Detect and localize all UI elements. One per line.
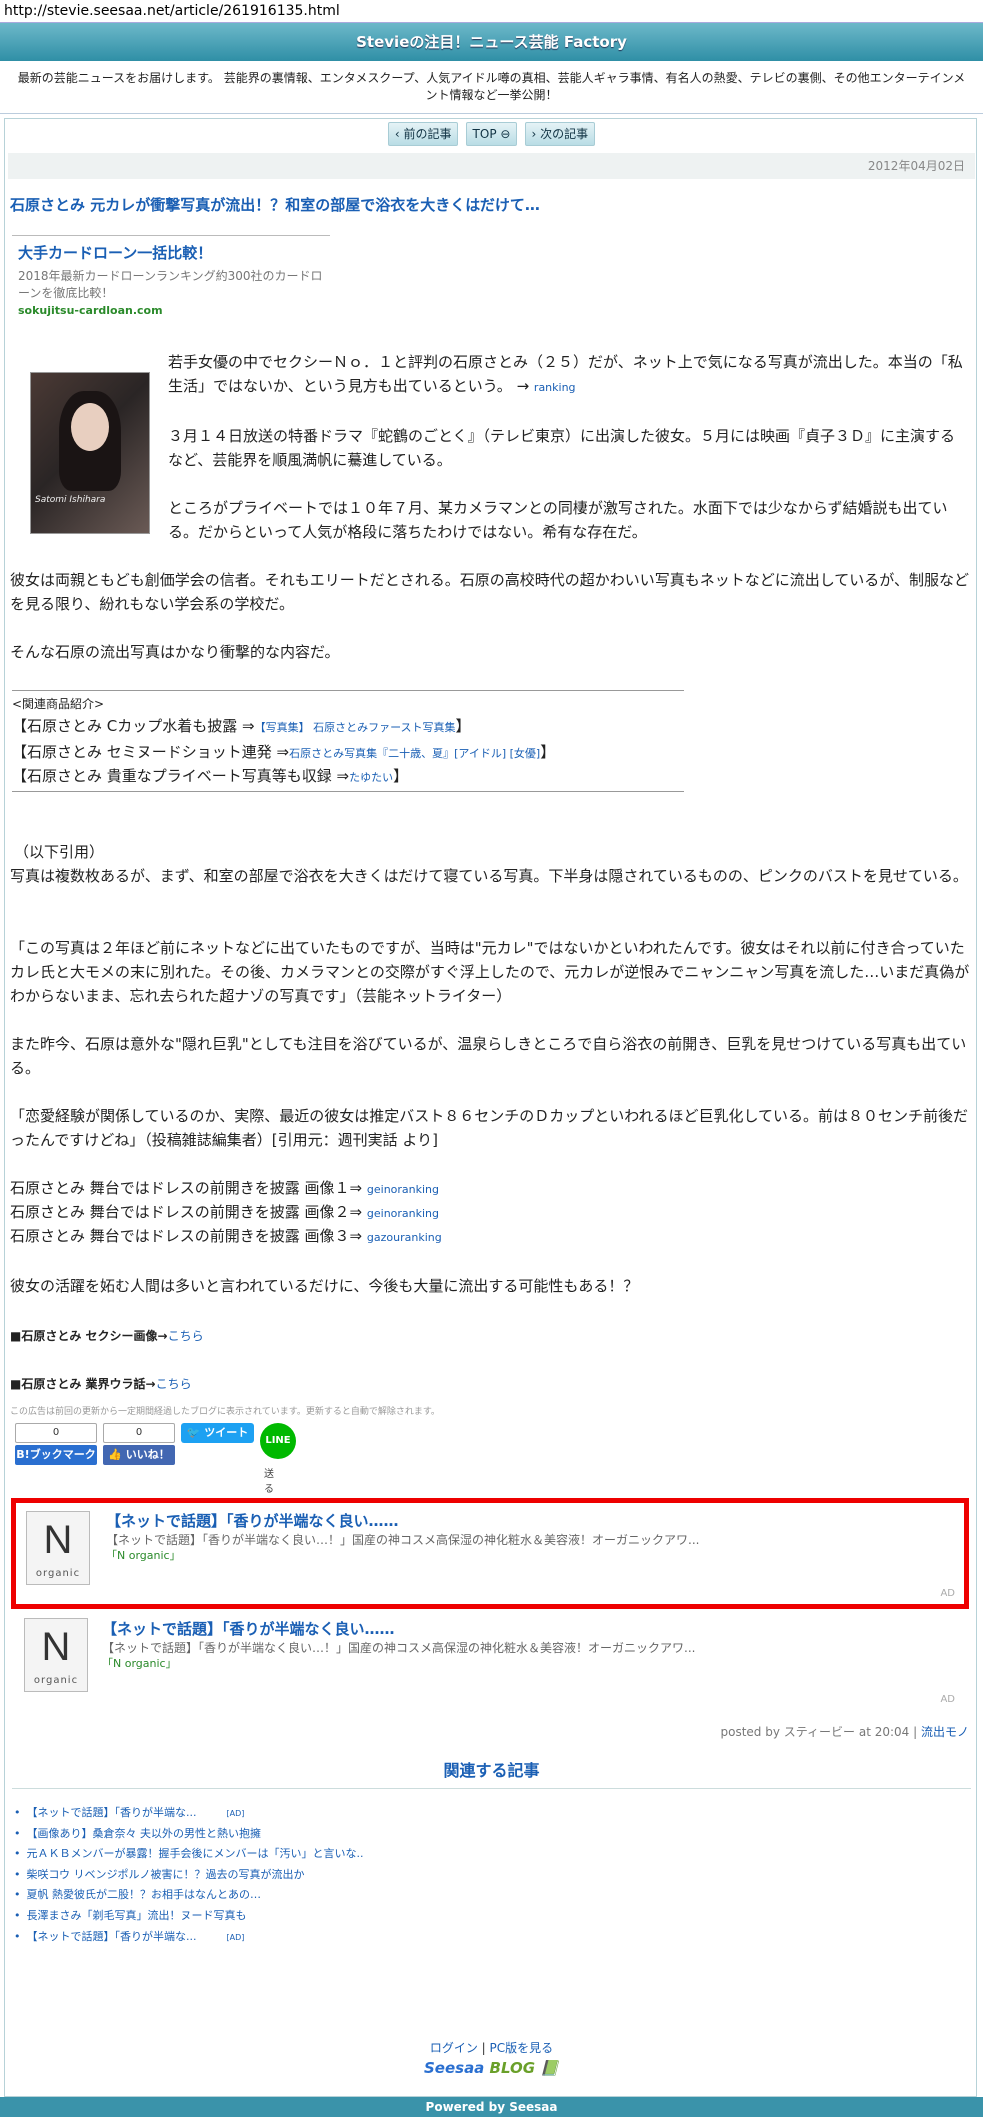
- footer-links: ログイン | PC版を見る: [429, 2041, 554, 2055]
- ad-notice: この広告は前回の更新から一定期間経過したブログに表示されています。更新すると自動…: [10, 1407, 440, 1417]
- paragraph-5: そんな石原の流出写真はかなり衝撃的な内容だ。: [10, 643, 340, 661]
- product-link-1[interactable]: 【写真集】 石原さとみファースト写真集: [255, 721, 456, 734]
- related-product-2: 【石原さとみ セミヌードショット連発 ⇒石原さとみ写真集『二十歳、夏』[アイドル…: [12, 743, 556, 761]
- product-link-2[interactable]: 石原さとみ写真集『二十歳、夏』[アイドル] [女優]: [289, 747, 540, 760]
- fb-label: 👍 いいね！: [103, 1445, 175, 1465]
- related-article[interactable]: 柴咲コウ リベンジポルノ被害に！？過去の写真が流出か: [14, 1865, 364, 1886]
- fb-count: 0: [103, 1423, 175, 1443]
- quote-paragraph-2: 「この写真は２年ほど前にネットなどに出ていたものですが、当時は"元カレ"ではない…: [10, 939, 970, 1005]
- paragraph-6: 彼女の活躍を妬む人間は多いと言われているだけに、今後も大量に流出する可能性もある…: [10, 1277, 639, 1295]
- book-icon: 📗: [540, 2059, 559, 2077]
- product-link-3[interactable]: たゆたい: [349, 771, 393, 784]
- paragraph-4: 彼女は両親ともども創価学会の信者。それもエリートだとされる。石原の高校時代の超か…: [10, 571, 969, 613]
- paragraph-2: ３月１４日放送の特番ドラマ『蛇鶴のごとく』（テレビ東京）に出演した彼女。５月には…: [168, 427, 956, 469]
- related-products-label: <関連商品紹介>: [12, 697, 105, 711]
- ad-title[interactable]: 大手カードローン一括比較！: [18, 242, 328, 263]
- divider: [12, 690, 684, 691]
- n-organic-logo[interactable]: N organic: [24, 1618, 88, 1692]
- native-ad-source[interactable]: 「N organic」: [106, 1547, 181, 1563]
- image-link-2[interactable]: geinoranking: [367, 1207, 439, 1220]
- hatena-label: B!ブックマーク: [15, 1445, 97, 1465]
- ad-description: 2018年最新カードローンランキング約300社のカードローンを徹底比較！: [18, 269, 323, 300]
- line-send-label: 送る: [264, 1469, 274, 1495]
- related-article[interactable]: 【ネットで話題】「香りが半端な...[AD]: [14, 1803, 364, 1824]
- ad-label: AD: [940, 1694, 955, 1705]
- image-line-3: 石原さとみ 舞台ではドレスの前開きを披露 画像３⇒ gazouranking: [10, 1227, 442, 1245]
- native-ad-2[interactable]: N organic 【ネットで話題】「香りが半端なく良い…… 【ネットで話題】「…: [14, 1616, 967, 1712]
- prev-article-button[interactable]: ‹ 前の記事: [387, 122, 459, 146]
- hatena-count: 0: [15, 1423, 97, 1443]
- image-line-2: 石原さとみ 舞台ではドレスの前開きを披露 画像２⇒ geinoranking: [10, 1203, 440, 1221]
- article-photo[interactable]: Satomi Ishihara: [30, 372, 150, 534]
- related-article[interactable]: 長澤まさみ「剃毛写真」流出！ヌード写真も: [14, 1906, 364, 1927]
- photo-face: [71, 403, 109, 451]
- hatena-bookmark-button[interactable]: 0 B!ブックマーク: [15, 1423, 97, 1465]
- quote-label: （以下引用）: [14, 843, 105, 861]
- facebook-like-button[interactable]: 0 👍 いいね！: [103, 1423, 175, 1465]
- native-ad-description: 【ネットで話題】「香りが半端なく良い…！」国産の神コスメ高保湿の神化粧水＆美容液…: [106, 1533, 700, 1547]
- related-articles-list: 【ネットで話題】「香りが半端な...[AD] 【画像あり】桑倉奈々 夫以外の男性…: [14, 1803, 364, 1947]
- divider: [12, 791, 684, 792]
- image-link-3[interactable]: gazouranking: [367, 1231, 442, 1244]
- ranking-link[interactable]: ranking: [534, 381, 576, 394]
- native-ad-source[interactable]: 「N organic」: [102, 1655, 177, 1671]
- posted-by: posted by スティービー at 20:04 | 流出モノ: [720, 1725, 969, 1739]
- paragraph-1: 若手女優の中でセクシーＮｏ．１と評判の石原さとみ（２５）だが、ネット上で気になる…: [168, 353, 963, 395]
- native-ad-description: 【ネットで話題】「香りが半端なく良い…！」国産の神コスメ高保湿の神化粧水＆美容液…: [102, 1641, 696, 1655]
- related-article[interactable]: 【ネットで話題】「香りが半端な...[AD]: [14, 1927, 364, 1948]
- divider: [12, 1788, 971, 1789]
- url-bar[interactable]: http://stevie.seesaa.net/article/2619161…: [0, 0, 983, 22]
- related-article[interactable]: 元ＡＫＢメンバーが暴露！握手会後にメンバーは「汚い」と言いな..: [14, 1844, 364, 1865]
- top-button[interactable]: TOP ⊖: [465, 122, 518, 146]
- native-ad-title[interactable]: 【ネットで話題】「香りが半端なく良い……: [106, 1510, 399, 1531]
- tweet-button[interactable]: 🐦 ツイート: [181, 1423, 254, 1443]
- text-ad[interactable]: 大手カードローン一括比較！ 2018年最新カードローンランキング約300社のカー…: [18, 242, 328, 317]
- login-link[interactable]: ログイン: [430, 2041, 478, 2055]
- ura-line: ■石原さとみ 業界ウラ話→こちら: [10, 1377, 192, 1391]
- native-ad-title[interactable]: 【ネットで話題】「香りが半端なく良い……: [102, 1618, 395, 1639]
- divider: [12, 235, 330, 236]
- photo-caption: Satomi Ishihara: [35, 495, 106, 505]
- category-link[interactable]: 流出モノ: [921, 1725, 969, 1739]
- article-nav: ‹ 前の記事 TOP ⊖ › 次の記事: [0, 122, 983, 146]
- powered-by[interactable]: Powered by Seesaa: [0, 2097, 983, 2117]
- ad-url[interactable]: sokujitsu-cardloan.com: [18, 304, 328, 317]
- article-date: 2012年04月02日: [8, 153, 975, 179]
- blog-title[interactable]: Stevieの注目！ニュース芸能 Factory: [0, 22, 983, 61]
- image-link-1[interactable]: geinoranking: [367, 1183, 439, 1196]
- thumbs-up-icon: 👍: [108, 1448, 122, 1461]
- related-articles-heading: 関連する記事: [443, 1761, 540, 1780]
- n-organic-logo[interactable]: N organic: [26, 1511, 90, 1585]
- ad-label: AD: [940, 1588, 955, 1599]
- related-product-3: 【石原さとみ 貴重なプライベート写真等も収録 ⇒たゆたい】: [12, 767, 409, 785]
- blog-description: 最新の芸能ニュースをお届けします。 芸能界の裏情報、エンタメスクープ、人気アイド…: [0, 61, 983, 114]
- related-product-1: 【石原さとみ Cカップ水着も披露 ⇒【写真集】 石原さとみファースト写真集】: [12, 717, 471, 735]
- quote-paragraph-3: また昨今、石原は意外な"隠れ巨乳"としても注目を浴びているが、温泉らしきところで…: [10, 1035, 967, 1077]
- seesaa-blog-logo[interactable]: Seesaa BLOG 📗: [0, 2059, 983, 2077]
- twitter-icon: 🐦: [186, 1426, 201, 1439]
- line-button[interactable]: LINE: [260, 1423, 296, 1459]
- native-ad-1[interactable]: N organic 【ネットで話題】「香りが半端なく良い…… 【ネットで話題】「…: [14, 1508, 967, 1604]
- paragraph-3: ところがプライベートでは１０年７月、某カメラマンとの同棲が激写された。水面下では…: [168, 499, 948, 541]
- image-line-1: 石原さとみ 舞台ではドレスの前開きを披露 画像１⇒ geinoranking: [10, 1179, 440, 1197]
- next-article-button[interactable]: › 次の記事: [524, 122, 596, 146]
- ura-link[interactable]: こちら: [156, 1377, 192, 1391]
- sexy-image-link[interactable]: こちら: [168, 1329, 204, 1343]
- quote-paragraph-4: 「恋愛経験が関係しているのか、実際、最近の彼女は推定バスト８６センチのＤカップと…: [10, 1107, 969, 1149]
- article-title[interactable]: 石原さとみ 元カレが衝撃写真が流出！？和室の部屋で浴衣を大きくはだけて…: [10, 194, 540, 215]
- related-article[interactable]: 【画像あり】桑倉奈々 夫以外の男性と熱い抱擁: [14, 1824, 364, 1845]
- pc-version-link[interactable]: PC版を見る: [490, 2041, 554, 2055]
- related-article[interactable]: 夏帆 熱愛彼氏が二股！？お相手はなんとあの…: [14, 1885, 364, 1906]
- sexy-image-line: ■石原さとみ セクシー画像→こちら: [10, 1329, 204, 1343]
- quote-paragraph-1: 写真は複数枚あるが、まず、和室の部屋で浴衣を大きくはだけて寝ている写真。下半身は…: [10, 867, 968, 885]
